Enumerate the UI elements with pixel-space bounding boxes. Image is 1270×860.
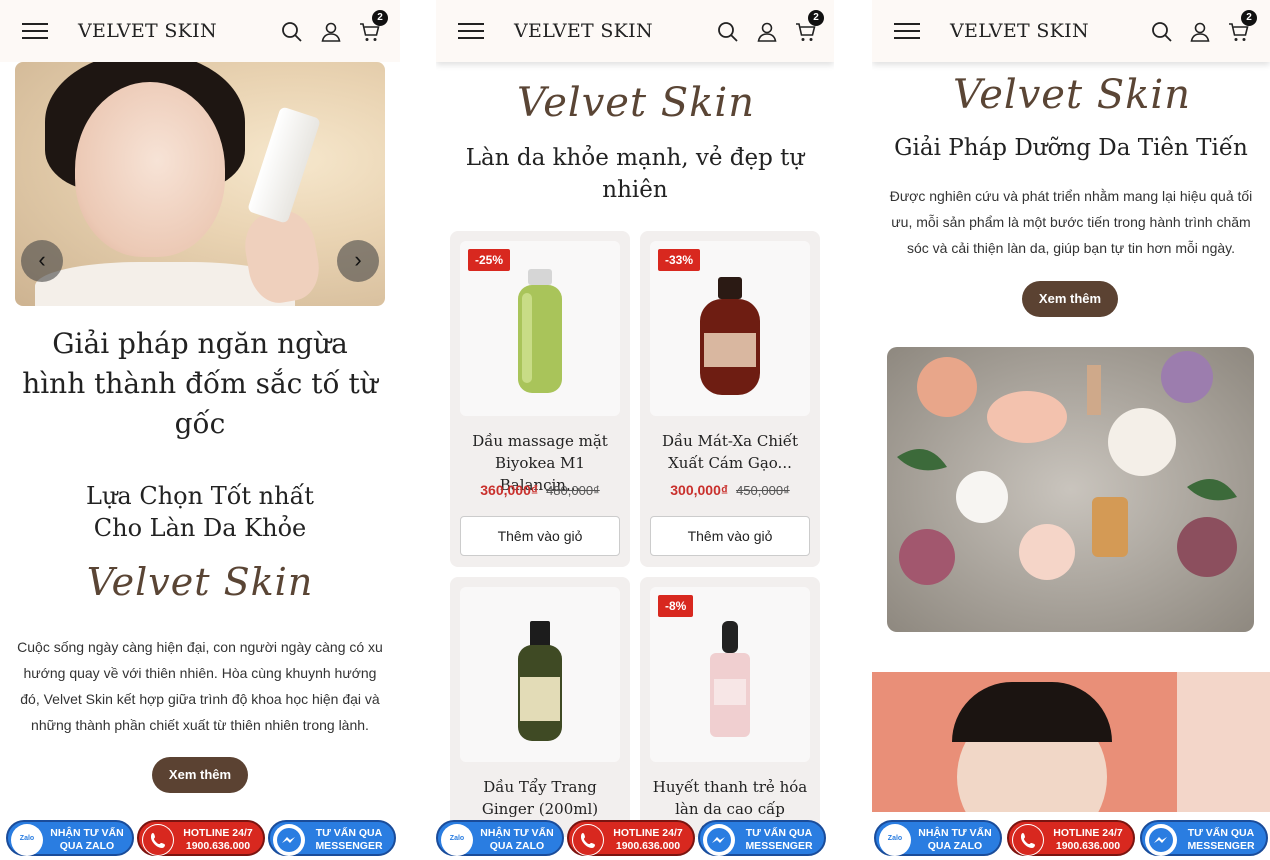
product-image[interactable] — [460, 587, 620, 762]
model-photo — [75, 82, 225, 257]
cart-count-badge: 2 — [1241, 10, 1257, 26]
product-tube-image — [247, 106, 321, 224]
brand-logo[interactable]: VELVET SKIN — [78, 20, 217, 42]
brand-logo[interactable]: VELVET SKIN — [950, 20, 1089, 42]
hotline-number: 1900.636.000 — [185, 840, 251, 852]
cart-button[interactable]: 2 — [794, 10, 824, 44]
contact-bar: Zalo NHẬN TƯ VẤN QUA ZALO HOTLINE 24/7 1… — [0, 816, 400, 860]
zalo-icon: Zalo — [441, 824, 473, 856]
solutions-description: Được nghiên cứu và phát triển nhằm mang … — [889, 188, 1253, 256]
menu-icon[interactable] — [894, 23, 920, 41]
menu-icon[interactable] — [22, 23, 48, 41]
site-header: VELVET SKIN 2 — [436, 0, 834, 62]
user-icon[interactable] — [319, 20, 343, 44]
messenger-label-line2: MESSENGER — [1187, 840, 1255, 852]
cart-button[interactable]: 2 — [1227, 10, 1257, 44]
site-header: VELVET SKIN 2 — [872, 0, 1270, 62]
read-more-button[interactable]: Xem thêm — [152, 757, 248, 793]
product-card[interactable]: Dầu Tẩy Trang Ginger (200ml) — [450, 577, 630, 837]
brand-logo[interactable]: VELVET SKIN — [514, 20, 653, 42]
zalo-label-line2: QUA ZALO — [927, 840, 983, 852]
zalo-icon: Zalo — [879, 824, 911, 856]
hotline-button[interactable]: HOTLINE 24/7 1900.636.000 — [137, 820, 265, 856]
model-portrait-image — [872, 672, 1270, 812]
hotline-button[interactable]: HOTLINE 24/7 1900.636.000 — [567, 820, 695, 856]
hero-title: Giải pháp ngăn ngừa hình thành đốm sắc t… — [22, 327, 378, 440]
site-header: VELVET SKIN 2 — [0, 0, 400, 62]
section-title: Làn da khỏe mạnh, vẻ đẹp tự nhiên — [465, 145, 805, 203]
search-icon[interactable] — [716, 20, 740, 44]
search-icon[interactable] — [280, 20, 304, 44]
zalo-label-line2: QUA ZALO — [489, 840, 545, 852]
hotline-label: HOTLINE 24/7 — [183, 827, 253, 839]
messenger-icon — [703, 824, 735, 856]
zalo-icon: Zalo — [11, 824, 43, 856]
messenger-label-line1: TƯ VẤN QUA — [315, 827, 383, 839]
cosmetics-flatlay-image — [887, 347, 1254, 632]
messenger-label-line1: TƯ VẤN QUA — [1187, 827, 1255, 839]
phone-icon — [572, 824, 604, 856]
user-icon[interactable] — [755, 20, 779, 44]
search-icon[interactable] — [1150, 20, 1174, 44]
messenger-button[interactable]: TƯ VẤN QUA MESSENGER — [698, 820, 826, 856]
messenger-label-line1: TƯ VẤN QUA — [745, 827, 813, 839]
cart-button[interactable]: 2 — [358, 10, 388, 44]
zalo-label-line1: NHẬN TƯ VẤN — [50, 827, 124, 839]
panel-home: VELVET SKIN 2 ‹ › Giải pháp ngăn ngừa hì… — [0, 0, 400, 860]
product-name[interactable]: Dầu Mát-Xa Chiết Xuất Cám Gạo... — [648, 430, 812, 474]
zalo-contact-button[interactable]: Zalo NHẬN TƯ VẤN QUA ZALO — [436, 820, 564, 856]
phone-icon — [1012, 824, 1044, 856]
script-logo: Velvet Skin — [86, 560, 314, 604]
messenger-label-line2: MESSENGER — [315, 840, 383, 852]
messenger-label-line2: MESSENGER — [745, 840, 813, 852]
zalo-label-line1: NHẬN TƯ VẤN — [918, 827, 992, 839]
slider-prev-button[interactable]: ‹ — [21, 240, 63, 282]
product-name[interactable]: Dầu Tẩy Trang Ginger (200ml) — [458, 776, 622, 820]
zalo-label-line2: QUA ZALO — [59, 840, 115, 852]
zalo-contact-button[interactable]: Zalo NHẬN TƯ VẤN QUA ZALO — [874, 820, 1002, 856]
product-card[interactable]: -33% Dầu Mát-Xa Chiết Xuất Cám Gạo... 30… — [640, 231, 820, 567]
product-card[interactable]: -8% Huyết thanh trẻ hóa làn da cao cấp S… — [640, 577, 820, 840]
contact-bar: Zalo NHẬN TƯ VẤN QUA ZALO HOTLINE 24/7 1… — [436, 816, 834, 860]
product-card[interactable]: -25% Dầu massage mặt Biyokea M1 Balancin… — [450, 231, 630, 567]
messenger-button[interactable]: TƯ VẤN QUA MESSENGER — [268, 820, 396, 856]
messenger-icon — [1145, 824, 1177, 856]
section-title-line1: Lựa Chọn Tốt nhất — [86, 482, 314, 510]
menu-icon[interactable] — [458, 23, 484, 41]
hotline-number: 1900.636.000 — [1055, 840, 1121, 852]
hero-slider[interactable]: ‹ › — [15, 62, 385, 306]
panel-solutions: VELVET SKIN 2 Velvet Skin Giải Pháp Dưỡn… — [872, 0, 1270, 860]
add-to-cart-button[interactable]: Thêm vào giỏ — [460, 516, 620, 556]
script-logo: Velvet Skin — [953, 72, 1191, 118]
discount-badge: -25% — [468, 249, 511, 271]
discount-badge: -33% — [658, 249, 701, 271]
panel-products: VELVET SKIN 2 Velvet Skin Làn da khỏe mạ… — [436, 0, 834, 860]
product-price: 300,000₫ 450,000₫ — [670, 482, 790, 498]
hotline-number: 1900.636.000 — [615, 840, 681, 852]
section-title: Lựa Chọn Tốt nhất Cho Làn Da Khỏe — [20, 480, 380, 544]
zalo-label-line1: NHẬN TƯ VẤN — [480, 827, 554, 839]
discount-badge: -8% — [658, 595, 694, 617]
hotline-label: HOTLINE 24/7 — [613, 827, 683, 839]
user-icon[interactable] — [1188, 20, 1212, 44]
hotline-label: HOTLINE 24/7 — [1053, 827, 1123, 839]
slider-next-button[interactable]: › — [337, 240, 379, 282]
read-more-button[interactable]: Xem thêm — [1022, 281, 1118, 317]
script-logo: Velvet Skin — [517, 80, 755, 126]
cart-count-badge: 2 — [372, 10, 388, 26]
messenger-button[interactable]: TƯ VẤN QUA MESSENGER — [1140, 820, 1268, 856]
messenger-icon — [273, 824, 305, 856]
section-title: Giải Pháp Dưỡng Da Tiên Tiến — [894, 135, 1248, 161]
cart-count-badge: 2 — [808, 10, 824, 26]
contact-bar: Zalo NHẬN TƯ VẤN QUA ZALO HOTLINE 24/7 1… — [872, 816, 1270, 860]
add-to-cart-button[interactable]: Thêm vào giỏ — [650, 516, 810, 556]
product-price: 360,000₫ 480,000₫ — [480, 482, 600, 498]
about-description: Cuộc sống ngày càng hiện đại, con người … — [17, 639, 383, 733]
section-title-line2: Cho Làn Da Khỏe — [93, 514, 307, 542]
zalo-contact-button[interactable]: Zalo NHẬN TƯ VẤN QUA ZALO — [6, 820, 134, 856]
hotline-button[interactable]: HOTLINE 24/7 1900.636.000 — [1007, 820, 1135, 856]
phone-icon — [142, 824, 174, 856]
